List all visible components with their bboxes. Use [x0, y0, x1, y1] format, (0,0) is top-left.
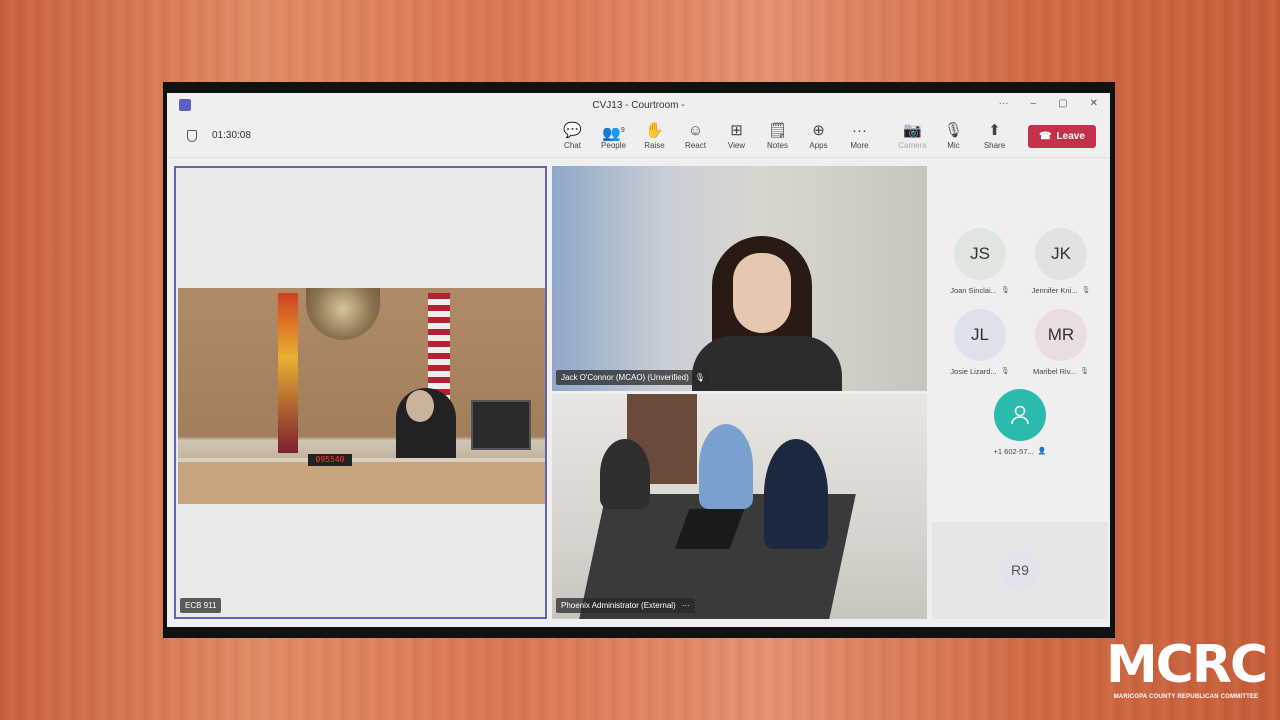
mic-muted-icon: 🎙 [1081, 287, 1091, 294]
participant-face [733, 253, 791, 333]
react-button[interactable]: ☺ React [675, 121, 716, 150]
apps-icon: ⊕ [812, 122, 825, 139]
roster-participant-phone[interactable]: +1 602-57... 👤 [980, 389, 1060, 456]
participant-name: Josie Lizard... [950, 367, 997, 376]
state-seal [306, 288, 380, 340]
participant-name-tag: Phoenix Administrator (External) ··· [556, 598, 695, 613]
maximize-icon[interactable]: ▢ [1058, 98, 1067, 109]
camera-button[interactable]: 📷 Camera [892, 121, 933, 150]
participant-name: Joan Sinclai... [950, 286, 997, 295]
courtroom-video-feed: 095540 [178, 288, 545, 504]
mic-muted-icon: 🎙 [694, 373, 705, 382]
meeting-controls: 💬 Chat 👥9 People ✋ Raise ☺ React ⊞ View … [552, 121, 1015, 150]
people-button[interactable]: 👥9 People [593, 121, 634, 150]
share-button[interactable]: ⬆ Share [974, 121, 1015, 150]
avatar: JS [954, 228, 1006, 280]
participant-name: Maribel Riv... [1032, 367, 1077, 376]
judges-bench [178, 458, 545, 504]
avatar: R9 [1000, 550, 1040, 590]
participant-name-tag: Jack O'Connor (MCAO) (Unverified) 🎙 [556, 370, 710, 385]
window-title: CVJ13 - Courtroom - [592, 99, 685, 111]
mcrc-logo: MCRC MARICOPA COUNTY REPUBLICAN COMMITTE… [1098, 636, 1274, 708]
mic-button[interactable]: 🎙 Mic [933, 121, 974, 150]
notes-icon: 🗒 [767, 122, 788, 139]
roster-participant[interactable]: JK Jennifer Kni... 🎙 [1021, 228, 1101, 295]
title-bar: CVJ13 - Courtroom - ··· – ▢ ✕ [167, 93, 1110, 117]
participant-name-tag: ECB 911 [180, 598, 222, 613]
close-icon[interactable]: ✕ [1090, 98, 1098, 109]
avatar: JL [954, 309, 1006, 361]
minimize-icon[interactable]: – [1031, 98, 1037, 109]
roster-participant[interactable]: JL Josie Lizard... 🎙 [940, 309, 1020, 376]
arizona-flag [278, 293, 298, 453]
participant-figure [600, 439, 650, 509]
chat-button[interactable]: 💬 Chat [552, 121, 593, 150]
teams-meeting-window: CVJ13 - Courtroom - ··· – ▢ ✕ 01:30:08 💬… [167, 93, 1110, 627]
shield-icon [187, 130, 197, 142]
more-options-icon[interactable]: ··· [999, 98, 1009, 109]
raise-hand-button[interactable]: ✋ Raise [634, 121, 675, 150]
tile-more-icon[interactable]: ··· [682, 601, 690, 610]
roster-participant[interactable]: MR Maribel Riv... 🎙 [1021, 309, 1101, 376]
mic-off-icon: 🎙 [943, 122, 964, 139]
participant-figure [764, 439, 828, 549]
participant-roster: JS Joan Sinclai... 🎙 JK Jennifer Kni... 🎙 … [932, 166, 1108, 521]
people-icon: 👥9 [602, 125, 625, 142]
people-count-badge: 9 [620, 127, 625, 134]
participant-name: +1 602-57... [993, 447, 1034, 456]
person-icon [994, 389, 1046, 441]
leave-button[interactable]: ☎ Leave [1028, 125, 1096, 148]
view-icon: ⊞ [730, 122, 743, 139]
courtroom-clock: 095540 [308, 454, 352, 466]
bench-monitor [471, 400, 531, 450]
participant-name: Jennifer Kni... [1031, 286, 1078, 295]
camera-icon: 📷 [903, 122, 922, 139]
react-icon: ☺ [687, 122, 704, 139]
avatar: JK [1035, 228, 1087, 280]
mic-muted-icon: 🎙 [1080, 368, 1090, 375]
teams-window-frame: CVJ13 - Courtroom - ··· – ▢ ✕ 01:30:08 💬… [163, 82, 1115, 638]
chat-icon: 💬 [563, 122, 582, 139]
overflow-participants-tile[interactable]: R9 [932, 522, 1108, 619]
avatar: MR [1035, 309, 1087, 361]
video-tile-phoenix-administrator[interactable]: Phoenix Administrator (External) ··· [552, 394, 927, 619]
video-tile-courtroom[interactable]: 095540 ECB 911 [174, 166, 547, 619]
share-icon: ⬆ [988, 122, 1001, 139]
judge-head [406, 390, 434, 422]
notes-button[interactable]: 🗒 Notes [757, 121, 798, 150]
logo-text: MCRC [1105, 635, 1268, 695]
video-tile-jack-oconnor[interactable]: Jack O'Connor (MCAO) (Unverified) 🎙 [552, 166, 927, 391]
meeting-timer: 01:30:08 [212, 130, 251, 141]
view-button[interactable]: ⊞ View [716, 121, 757, 150]
mic-muted-icon: 🎙 [1000, 368, 1010, 375]
apps-button[interactable]: ⊕ Apps [798, 121, 839, 150]
participant-figure [699, 424, 753, 509]
raise-hand-icon: ✋ [645, 122, 664, 139]
phone-participant-icon: 👤 [1037, 448, 1047, 455]
meeting-toolbar: 01:30:08 💬 Chat 👥9 People ✋ Raise ☺ Reac… [167, 117, 1110, 158]
roster-participant[interactable]: JS Joan Sinclai... 🎙 [940, 228, 1020, 295]
participant-body [692, 336, 842, 391]
mic-muted-icon: 🎙 [1000, 287, 1010, 294]
logo-subtitle: MARICOPA COUNTY REPUBLICAN COMMITTEE [1113, 694, 1259, 700]
more-icon: ··· [852, 122, 867, 139]
window-controls: ··· – ▢ ✕ [999, 98, 1098, 109]
more-button[interactable]: ··· More [839, 121, 880, 150]
phone-hangup-icon: ☎ [1039, 131, 1052, 142]
